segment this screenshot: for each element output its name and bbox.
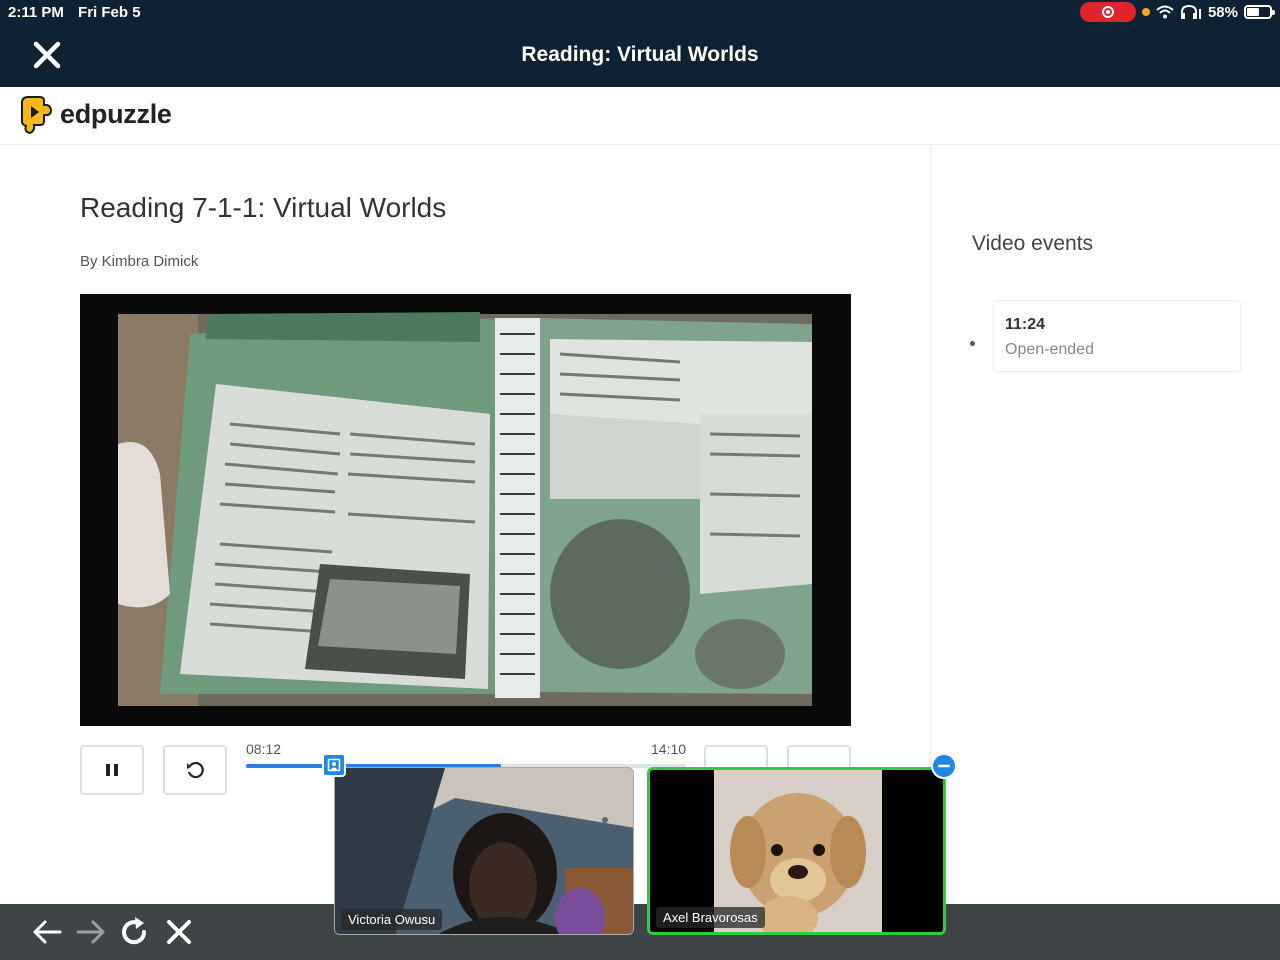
video-events-panel: Video events 11:24 Open-ended bbox=[930, 145, 1280, 905]
forward-arrow-icon[interactable] bbox=[74, 915, 108, 949]
replay-icon bbox=[187, 761, 204, 779]
battery-icon bbox=[1244, 5, 1275, 19]
status-clock: 2:11 PM bbox=[8, 4, 64, 21]
status-icons: 58% bbox=[1079, 2, 1275, 22]
participant-name: Victoria Owusu bbox=[341, 909, 443, 930]
rewind-button[interactable] bbox=[163, 745, 227, 795]
reload-icon[interactable] bbox=[118, 915, 152, 949]
page-title: Reading: Virtual Worlds bbox=[521, 43, 759, 66]
pause-icon bbox=[106, 764, 118, 776]
event-type: Open-ended bbox=[1005, 341, 1094, 358]
wifi-icon bbox=[1156, 5, 1174, 19]
pause-button[interactable] bbox=[80, 745, 144, 795]
current-time: 08:12 bbox=[246, 741, 282, 757]
top-bar: 2:11 PM Fri Feb 5 58% Reading: Virtual W… bbox=[0, 0, 1280, 87]
app-header: edpuzzle bbox=[0, 87, 1280, 145]
pin-icon[interactable] bbox=[322, 753, 346, 777]
video-player[interactable] bbox=[80, 294, 851, 726]
total-time: 14:10 bbox=[651, 741, 687, 757]
status-time: 2:11 PM Fri Feb 5 bbox=[8, 4, 141, 21]
event-time: 11:24 bbox=[1005, 316, 1046, 333]
back-arrow-icon[interactable] bbox=[30, 915, 64, 949]
video-event-card[interactable]: 11:24 Open-ended bbox=[993, 300, 1241, 372]
lesson-title: Reading 7-1-1: Virtual Worlds bbox=[80, 192, 447, 223]
mic-indicator-icon bbox=[1141, 8, 1150, 16]
close-tab-icon[interactable] bbox=[162, 915, 196, 949]
battery-percent: 58% bbox=[1207, 3, 1238, 21]
event-bullet bbox=[970, 341, 975, 346]
minimize-icon[interactable] bbox=[931, 753, 957, 779]
brand-name[interactable]: edpuzzle bbox=[60, 99, 172, 130]
edpuzzle-logo-icon[interactable] bbox=[20, 95, 54, 137]
video-events-title: Video events bbox=[972, 232, 1094, 255]
headphones-icon bbox=[1180, 5, 1201, 19]
participant-tile[interactable]: Victoria Owusu bbox=[334, 767, 634, 935]
lesson-author: By Kimbra Dimick bbox=[80, 253, 199, 270]
status-date: Fri Feb 5 bbox=[78, 4, 141, 21]
video-frame bbox=[80, 294, 851, 726]
participant-name: Axel Bravorosas bbox=[656, 907, 765, 928]
screen-recording-icon[interactable] bbox=[1079, 2, 1136, 22]
participant-tile-active[interactable]: Axel Bravorosas bbox=[647, 767, 946, 935]
